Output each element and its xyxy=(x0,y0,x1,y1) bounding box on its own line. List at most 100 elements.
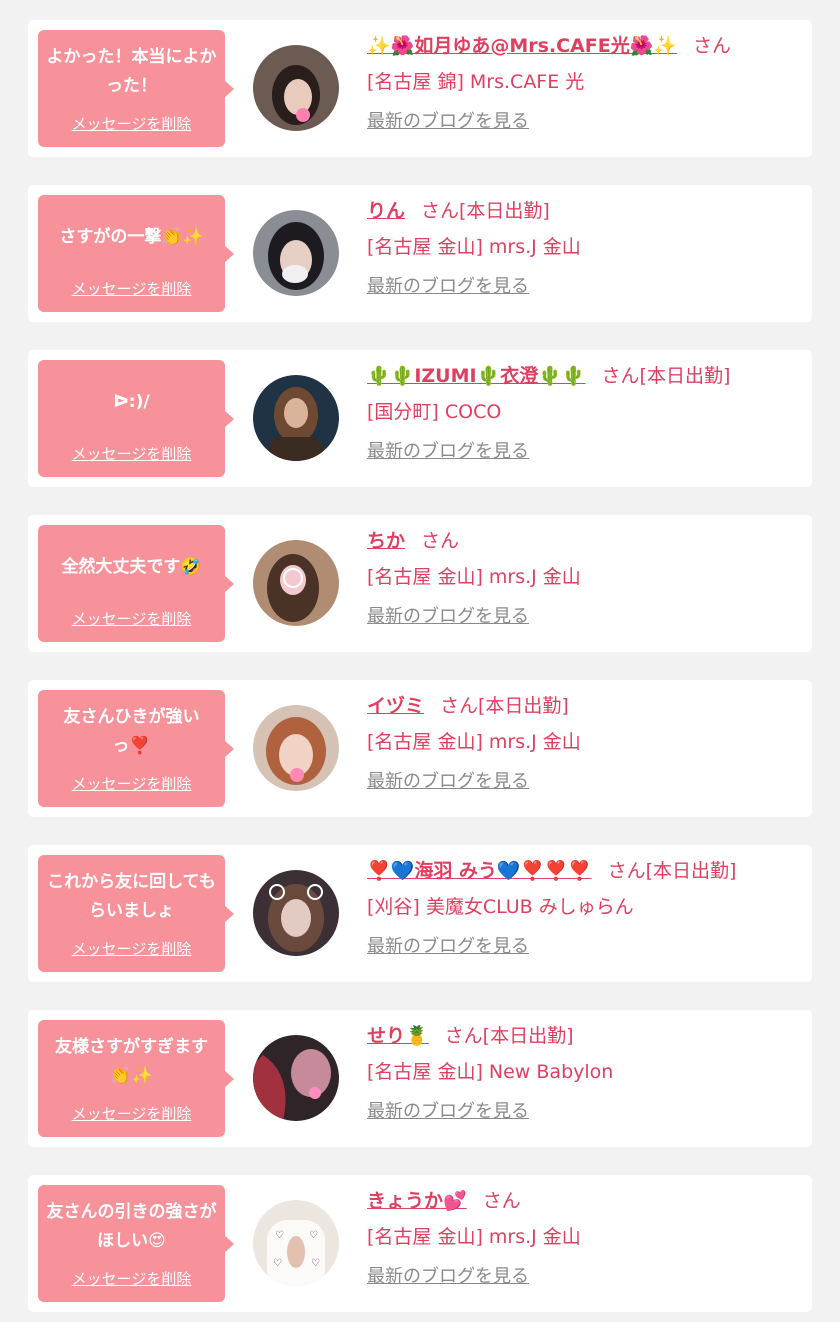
message-card: よかった！本当によかった！ メッセージを削除 ✨🌺如月ゆあ@Mrs.CAFE光🌺… xyxy=(28,20,812,157)
message-text: ᐅ:)/ xyxy=(113,391,150,412)
delete-message-link[interactable]: メッセージを削除 xyxy=(38,773,225,794)
avatar[interactable] xyxy=(253,210,339,296)
message-text: よかった！本当によかった！ xyxy=(46,47,217,96)
girl-info: ちか さん [名古屋 金山] mrs.J 金山 最新のブログを見る xyxy=(367,526,802,631)
delete-message-link[interactable]: メッセージを削除 xyxy=(38,278,225,299)
girl-info: せり🍍 さん[本日出勤] [名古屋 金山] New Babylon 最新のブログを… xyxy=(367,1021,802,1126)
message-text: 友さんひきが強いっ❣️ xyxy=(63,707,200,756)
shop-label: [名古屋 金山] mrs.J 金山 xyxy=(367,566,581,588)
avatar-image xyxy=(253,210,339,296)
honorific-label: さん xyxy=(421,530,460,552)
message-card: これから友に回してもらいましょ メッセージを削除 ❣️💙海羽 みう💙❣️❣️❣️… xyxy=(28,845,812,982)
honorific-label: さん[本日出勤] xyxy=(601,365,731,387)
avatar-image: ♡ ♡ ♡ ♡ xyxy=(253,1200,339,1286)
girl-name-link[interactable]: きょうか💕 xyxy=(367,1190,467,1212)
message-text: さすがの一撃👏✨ xyxy=(59,226,204,247)
girl-name-link[interactable]: ちか xyxy=(367,530,405,552)
girl-info: りん さん[本日出勤] [名古屋 金山] mrs.J 金山 最新のブログを見る xyxy=(367,196,802,301)
avatar-image xyxy=(253,45,339,131)
name-line: イヅミ さん[本日出勤] xyxy=(367,691,802,721)
message-card: さすがの一撃👏✨ メッセージを削除 りん さん[本日出勤] [名古屋 金山] mr… xyxy=(28,185,812,322)
latest-blog-link[interactable]: 最新のブログを見る xyxy=(367,1098,529,1126)
latest-blog-link[interactable]: 最新のブログを見る xyxy=(367,933,529,961)
name-line: ✨🌺如月ゆあ@Mrs.CAFE光🌺✨ さん xyxy=(367,31,802,61)
message-card: ᐅ:)/ メッセージを削除 🌵🌵IZUMI🌵衣澄🌵🌵 さん[本日出勤] [国分町]… xyxy=(28,350,812,487)
name-line: きょうか💕 さん xyxy=(367,1186,802,1216)
delete-message-link[interactable]: メッセージを削除 xyxy=(38,1103,225,1124)
message-card: 友さんの引きの強さがほしい😍 メッセージを削除 ♡ ♡ ♡ ♡ きょうか💕 さん … xyxy=(28,1175,812,1312)
girl-name-link[interactable]: せり🍍 xyxy=(367,1025,429,1047)
girl-info: イヅミ さん[本日出勤] [名古屋 金山] mrs.J 金山 最新のブログを見る xyxy=(367,691,802,796)
message-bubble: さすがの一撃👏✨ メッセージを削除 xyxy=(38,195,234,312)
svg-text:♡: ♡ xyxy=(273,1258,282,1269)
honorific-label: さん xyxy=(693,35,732,57)
girl-info: ❣️💙海羽 みう💙❣️❣️❣️ さん[本日出勤] [刈谷] 美魔女CLUB みしゅ… xyxy=(367,856,802,961)
delete-message-link[interactable]: メッセージを削除 xyxy=(38,938,225,959)
avatar-image xyxy=(253,540,339,626)
name-line: せり🍍 さん[本日出勤] xyxy=(367,1021,802,1051)
latest-blog-link[interactable]: 最新のブログを見る xyxy=(367,603,529,631)
girl-info: ✨🌺如月ゆあ@Mrs.CAFE光🌺✨ さん [名古屋 錦] Mrs.CAFE 光 … xyxy=(367,31,802,136)
name-line: ❣️💙海羽 みう💙❣️❣️❣️ さん[本日出勤] xyxy=(367,856,802,886)
avatar-image xyxy=(253,705,339,791)
delete-message-link[interactable]: メッセージを削除 xyxy=(38,608,225,629)
shop-label: [国分町] COCO xyxy=(367,401,502,423)
message-bubble: ᐅ:)/ メッセージを削除 xyxy=(38,360,234,477)
girl-name-link[interactable]: イヅミ xyxy=(367,695,424,717)
message-bubble: 友さんひきが強いっ❣️ メッセージを削除 xyxy=(38,690,234,807)
honorific-label: さん[本日出勤] xyxy=(440,695,569,717)
name-line: りん さん[本日出勤] xyxy=(367,196,802,226)
avatar[interactable] xyxy=(253,705,339,791)
shop-label: [刈谷] 美魔女CLUB みしゅらん xyxy=(367,896,634,918)
girl-name-link[interactable]: りん xyxy=(367,200,405,222)
favorite-messages-list: よかった！本当によかった！ メッセージを削除 ✨🌺如月ゆあ@Mrs.CAFE光🌺… xyxy=(28,20,812,1322)
delete-message-link[interactable]: メッセージを削除 xyxy=(38,443,225,464)
delete-message-link[interactable]: メッセージを削除 xyxy=(38,113,225,134)
girl-name-link[interactable]: 🌵🌵IZUMI🌵衣澄🌵🌵 xyxy=(367,365,586,387)
message-card: 友様さすがすぎます👏✨ メッセージを削除 せり🍍 さん[本日出勤] [名古屋 金山… xyxy=(28,1010,812,1147)
latest-blog-link[interactable]: 最新のブログを見る xyxy=(367,1263,529,1291)
shop-label: [名古屋 錦] Mrs.CAFE 光 xyxy=(367,71,585,93)
avatar[interactable] xyxy=(253,1035,339,1121)
girl-name-link[interactable]: ✨🌺如月ゆあ@Mrs.CAFE光🌺✨ xyxy=(367,35,677,57)
svg-text:♡: ♡ xyxy=(309,1230,318,1241)
message-text: 友様さすがすぎます👏✨ xyxy=(55,1037,208,1086)
name-line: ちか さん xyxy=(367,526,802,556)
avatar[interactable] xyxy=(253,375,339,461)
avatar-image xyxy=(253,870,339,956)
svg-text:♡: ♡ xyxy=(311,1258,320,1269)
latest-blog-link[interactable]: 最新のブログを見る xyxy=(367,273,529,301)
latest-blog-link[interactable]: 最新のブログを見る xyxy=(367,768,529,796)
message-text: 友さんの引きの強さがほしい😍 xyxy=(46,1202,217,1251)
message-bubble: よかった！本当によかった！ メッセージを削除 xyxy=(38,30,234,147)
avatar-image xyxy=(253,375,339,461)
latest-blog-link[interactable]: 最新のブログを見る xyxy=(367,108,529,136)
latest-blog-link[interactable]: 最新のブログを見る xyxy=(367,438,529,466)
girl-name-link[interactable]: ❣️💙海羽 みう💙❣️❣️❣️ xyxy=(367,860,592,882)
girl-info: きょうか💕 さん [名古屋 金山] mrs.J 金山 最新のブログを見る xyxy=(367,1186,802,1291)
avatar[interactable]: ♡ ♡ ♡ ♡ xyxy=(253,1200,339,1286)
honorific-label: さん[本日出勤] xyxy=(444,1025,574,1047)
message-card: 友さんひきが強いっ❣️ メッセージを削除 イヅミ さん[本日出勤] [名古屋 金山… xyxy=(28,680,812,817)
avatar-image xyxy=(253,1035,339,1121)
avatar[interactable] xyxy=(253,540,339,626)
honorific-label: さん[本日出勤] xyxy=(421,200,550,222)
message-text: これから友に回してもらいましょ xyxy=(47,872,216,921)
shop-label: [名古屋 金山] New Babylon xyxy=(367,1061,614,1083)
girl-info: 🌵🌵IZUMI🌵衣澄🌵🌵 さん[本日出勤] [国分町] COCO 最新のブログを見… xyxy=(367,361,802,466)
message-bubble: これから友に回してもらいましょ メッセージを削除 xyxy=(38,855,234,972)
message-bubble: 友様さすがすぎます👏✨ メッセージを削除 xyxy=(38,1020,234,1137)
message-card: 全然大丈夫です🤣 メッセージを削除 ちか さん [名古屋 金山] mrs.J 金山… xyxy=(28,515,812,652)
message-text: 全然大丈夫です🤣 xyxy=(61,556,202,577)
avatar[interactable] xyxy=(253,45,339,131)
shop-label: [名古屋 金山] mrs.J 金山 xyxy=(367,1226,581,1248)
delete-message-link[interactable]: メッセージを削除 xyxy=(38,1268,225,1289)
avatar[interactable] xyxy=(253,870,339,956)
honorific-label: さん xyxy=(482,1190,521,1212)
honorific-label: さん[本日出勤] xyxy=(607,860,737,882)
message-bubble: 全然大丈夫です🤣 メッセージを削除 xyxy=(38,525,234,642)
shop-label: [名古屋 金山] mrs.J 金山 xyxy=(367,236,581,258)
message-bubble: 友さんの引きの強さがほしい😍 メッセージを削除 xyxy=(38,1185,234,1302)
shop-label: [名古屋 金山] mrs.J 金山 xyxy=(367,731,581,753)
svg-text:♡: ♡ xyxy=(275,1230,284,1241)
